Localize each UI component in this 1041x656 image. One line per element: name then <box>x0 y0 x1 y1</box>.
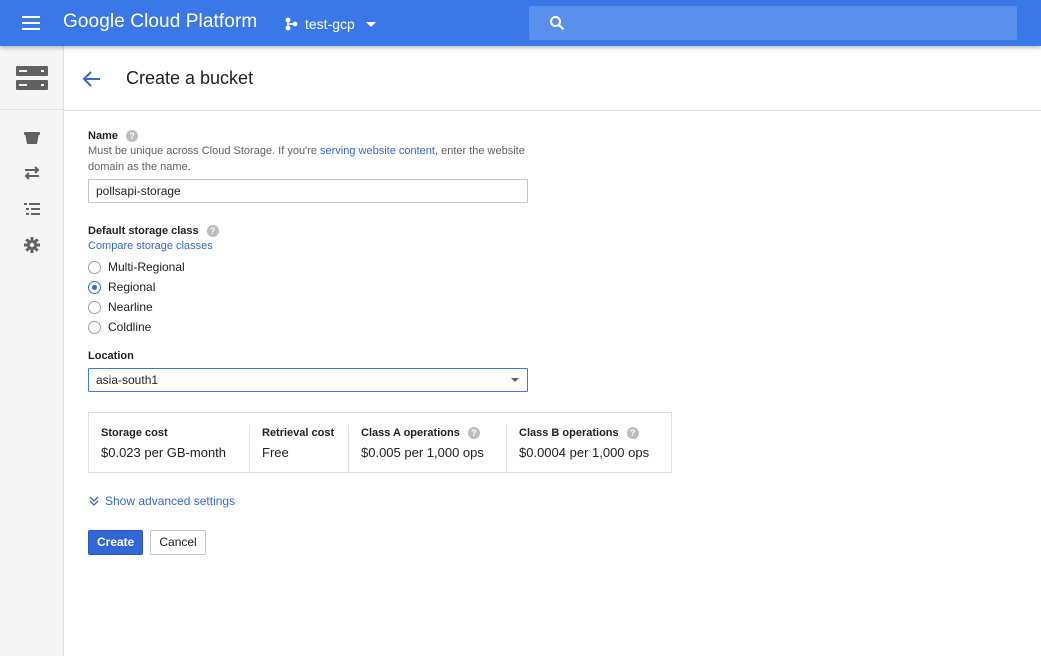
storage-class-label-row: Default storage class ? <box>88 225 219 237</box>
chevron-down-icon <box>365 21 376 27</box>
radio-button[interactable] <box>88 260 101 274</box>
name-section: Name ? Must be unique across Cloud Stora… <box>88 130 528 175</box>
bucket-icon[interactable] <box>22 128 42 148</box>
arrow-back-icon[interactable] <box>80 67 104 91</box>
serving-website-content-link[interactable]: serving website content <box>320 145 435 157</box>
location-select[interactable]: asia-south1 <box>88 368 528 392</box>
name-label: Name <box>88 130 118 142</box>
compare-storage-classes-link[interactable]: Compare storage classes <box>88 240 213 252</box>
cost-summary-table: Storage cost $0.023 per GB-month Retriev… <box>88 412 672 473</box>
radio-label: Regional <box>108 280 156 294</box>
cost-label: Retrieval cost <box>262 427 335 439</box>
gear-icon[interactable] <box>22 235 42 255</box>
location-value: asia-south1 <box>96 373 159 387</box>
radio-label: Nearline <box>108 300 153 314</box>
radio-label: Multi-Regional <box>108 260 185 274</box>
project-hierarchy-icon <box>285 17 298 31</box>
create-button[interactable]: Create <box>88 530 144 555</box>
list-icon[interactable] <box>22 199 42 219</box>
cost-value: $0.005 per 1,000 ops <box>361 445 484 460</box>
help-icon[interactable]: ? <box>626 427 639 439</box>
help-icon[interactable]: ? <box>125 130 138 142</box>
search-icon <box>550 16 565 31</box>
show-advanced-settings-link[interactable]: Show advanced settings <box>88 494 235 508</box>
storage-icon <box>15 65 48 90</box>
page-header: Create a bucket <box>64 46 1041 111</box>
bucket-name-input[interactable] <box>88 179 528 203</box>
radio-multi-regional[interactable]: Multi-Regional <box>88 257 219 277</box>
radio-button[interactable] <box>88 320 101 334</box>
form-actions: Create Cancel <box>88 530 206 555</box>
storage-class-label: Default storage class <box>88 225 199 237</box>
product-header[interactable] <box>0 46 63 110</box>
radio-regional[interactable]: Regional <box>88 277 219 297</box>
hamburger-menu-icon[interactable] <box>20 13 44 33</box>
storage-class-section: Default storage class ? Compare storage … <box>88 225 219 337</box>
radio-coldline[interactable]: Coldline <box>88 317 219 337</box>
cost-cell-class-a: Class A operations ? $0.005 per 1,000 op… <box>348 425 506 472</box>
radio-button[interactable] <box>88 300 101 314</box>
cost-label-row: Class B operations ? <box>519 425 659 441</box>
cost-label: Storage cost <box>101 427 168 439</box>
page-title: Create a bucket <box>126 68 254 88</box>
cost-cell-retrieval: Retrieval cost Free <box>249 425 348 472</box>
help-icon[interactable]: ? <box>206 225 219 237</box>
cost-label-row: Class A operations ? <box>361 425 494 441</box>
advanced-settings-label[interactable]: Show advanced settings <box>105 494 235 508</box>
cost-value: $0.023 per GB-month <box>101 445 227 460</box>
help-icon[interactable]: ? <box>467 427 480 439</box>
cost-label: Class A operations <box>361 427 460 439</box>
radio-nearline[interactable]: Nearline <box>88 297 219 317</box>
radio-label: Coldline <box>108 320 152 334</box>
cost-cell-class-b: Class B operations ? $0.0004 per 1,000 o… <box>506 425 671 472</box>
name-hint: Must be unique across Cloud Storage. If … <box>88 143 528 175</box>
left-nav-rail <box>0 46 64 656</box>
name-label-row: Name ? <box>88 130 528 142</box>
transfer-icon[interactable] <box>22 163 42 183</box>
cost-value: Free <box>262 445 289 460</box>
search-input[interactable] <box>529 6 1017 40</box>
location-label: Location <box>88 350 134 362</box>
chevron-down-icon <box>511 378 519 382</box>
radio-button-selected[interactable] <box>88 280 101 294</box>
brand-title[interactable]: Google Cloud Platform <box>63 11 257 33</box>
storage-class-radio-group: Multi-Regional Regional Nearline Coldlin… <box>88 257 219 337</box>
cost-cell-storage: Storage cost $0.023 per GB-month <box>89 425 249 472</box>
project-name: test-gcp <box>305 16 355 32</box>
project-selector[interactable]: test-gcp <box>284 13 376 35</box>
top-bar: Google Cloud Platform test-gcp <box>0 0 1041 46</box>
cost-value: $0.0004 per 1,000 ops <box>519 445 650 460</box>
chevron-down-icon <box>89 496 99 506</box>
cost-label: Class B operations <box>519 427 619 439</box>
name-hint-before: Must be unique across Cloud Storage. If … <box>88 145 321 157</box>
cancel-button[interactable]: Cancel <box>150 530 206 555</box>
